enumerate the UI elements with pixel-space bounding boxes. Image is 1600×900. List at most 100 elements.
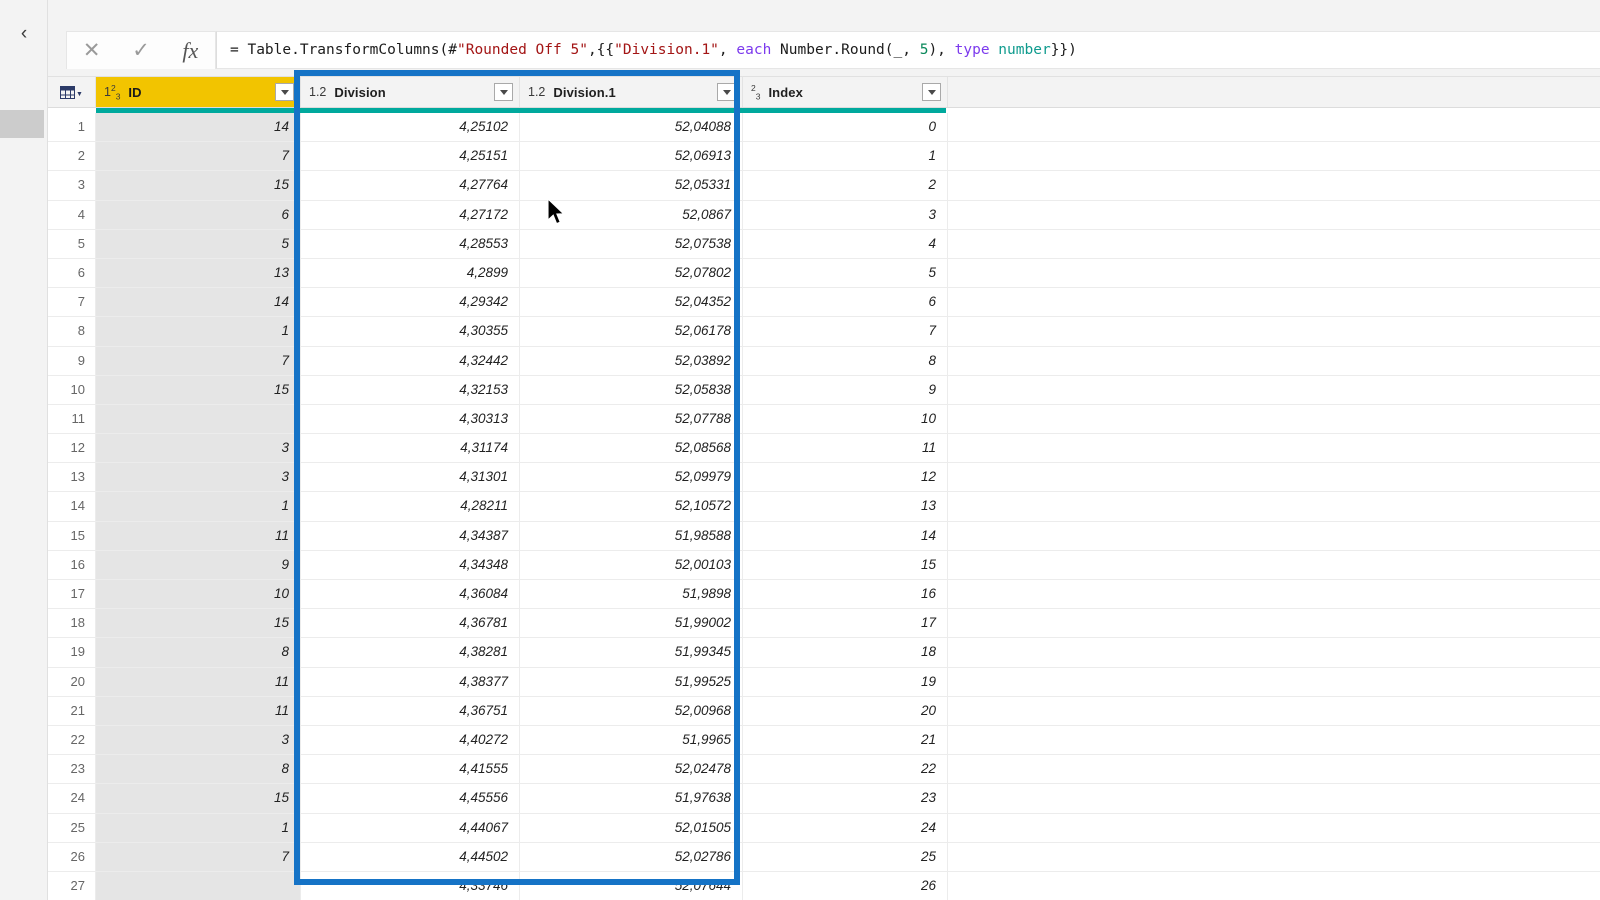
cell-division1[interactable]: 51,9898 [520,580,743,609]
cell-division1[interactable]: 52,01505 [520,813,743,842]
cell-division[interactable]: 4,25151 [301,142,520,171]
cell-division1[interactable]: 52,03892 [520,346,743,375]
cell-id[interactable] [96,404,301,434]
table-row[interactable]: 10 15 4,32153 52,05838 9 [48,375,1600,405]
column-filter-chevron-down-icon[interactable] [922,83,941,101]
table-row[interactable]: 22 3 4,40272 51,9965 21 [48,725,1600,756]
cell-index[interactable]: 10 [743,404,948,434]
cell-index[interactable]: 22 [743,755,948,784]
table-row[interactable]: 24 15 4,45556 51,97638 23 [48,784,1600,814]
cell-division1[interactable]: 51,98588 [520,521,743,550]
cell-division[interactable]: 4,31174 [301,434,520,463]
cell-division[interactable]: 4,34387 [301,521,520,550]
cell-index[interactable]: 19 [743,667,948,696]
cell-division1[interactable]: 52,10572 [520,492,743,521]
column-header-division1[interactable]: 1.2 Division.1 [520,77,743,107]
cell-division1[interactable]: 52,0867 [520,200,743,229]
cell-index[interactable]: 11 [743,434,948,463]
cell-division1[interactable]: 51,99345 [520,638,743,667]
table-row[interactable]: 4 6 4,27172 52,0867 3 [48,200,1600,230]
cell-id[interactable]: 3 [96,463,301,492]
cell-division[interactable]: 4,36084 [301,580,520,609]
cell-division1[interactable]: 52,05838 [520,375,743,404]
cell-division1[interactable]: 51,99525 [520,667,743,696]
cell-division1[interactable]: 52,06178 [520,317,743,346]
cell-index[interactable]: 20 [743,696,948,725]
cell-index[interactable]: 15 [743,550,948,579]
cell-division[interactable]: 4,38281 [301,638,520,667]
cell-index[interactable]: 23 [743,784,948,813]
cell-id[interactable]: 3 [96,434,301,463]
cell-division1[interactable]: 52,06913 [520,142,743,171]
column-filter-chevron-down-icon[interactable] [275,83,294,101]
cell-division[interactable]: 4,40272 [301,725,520,755]
table-row[interactable]: 2 7 4,25151 52,06913 1 [48,142,1600,172]
table-row[interactable]: 3 15 4,27764 52,05331 2 [48,171,1600,201]
cell-division[interactable]: 4,27172 [301,200,520,229]
data-type-icon-decimal[interactable]: 1.2 [528,85,545,99]
column-header-id[interactable]: 123 ID [96,77,301,107]
table-row[interactable]: 16 9 4,34348 52,00103 15 [48,550,1600,580]
queries-pane-selected-indicator[interactable] [0,110,44,138]
cell-id[interactable]: 1 [96,813,301,842]
table-row[interactable]: 26 7 4,44502 52,02786 25 [48,842,1600,872]
cell-index[interactable]: 16 [743,580,948,609]
cell-division1[interactable]: 51,9965 [520,725,743,755]
cell-division[interactable]: 4,28553 [301,229,520,258]
cell-id[interactable]: 11 [96,667,301,696]
cell-id[interactable]: 14 [96,113,301,142]
table-row[interactable]: 19 8 4,38281 51,99345 18 [48,638,1600,668]
cell-division1[interactable]: 52,07644 [520,871,743,900]
cell-id[interactable]: 8 [96,638,301,667]
cell-division1[interactable]: 52,07538 [520,229,743,258]
table-row[interactable]: 15 11 4,34387 51,98588 14 [48,521,1600,551]
cell-division1[interactable]: 52,07788 [520,404,743,434]
fx-icon[interactable]: fx [166,33,215,69]
cancel-icon[interactable]: ✕ [67,33,116,69]
cell-index[interactable]: 3 [743,200,948,229]
cell-division[interactable]: 4,28211 [301,492,520,521]
cell-index[interactable]: 18 [743,638,948,667]
cell-division[interactable]: 4,44067 [301,813,520,842]
cell-index[interactable]: 12 [743,463,948,492]
cell-index[interactable]: 9 [743,375,948,404]
cell-id[interactable]: 9 [96,550,301,579]
cell-id[interactable]: 6 [96,200,301,229]
cell-id[interactable] [96,871,301,900]
cell-id[interactable]: 15 [96,375,301,404]
column-header-index[interactable]: 23 Index [743,77,948,107]
cell-id[interactable]: 11 [96,521,301,550]
cell-id[interactable]: 8 [96,755,301,784]
cell-id[interactable]: 10 [96,580,301,609]
cell-division1[interactable]: 51,99002 [520,609,743,638]
cell-division1[interactable]: 52,02786 [520,842,743,871]
column-header-division[interactable]: 1.2 Division [301,77,520,107]
table-row[interactable]: 17 10 4,36084 51,9898 16 [48,580,1600,610]
cell-division1[interactable]: 52,09979 [520,463,743,492]
cell-division[interactable]: 4,32442 [301,346,520,375]
cell-index[interactable]: 17 [743,609,948,638]
cell-id[interactable]: 15 [96,171,301,200]
column-filter-chevron-down-icon[interactable] [717,83,736,101]
cell-id[interactable]: 7 [96,142,301,171]
expand-queries-pane-chevron-icon[interactable]: ‹ [12,22,36,46]
cell-index[interactable]: 24 [743,813,948,842]
cell-division[interactable]: 4,34348 [301,550,520,579]
table-row[interactable]: 27 4,33746 52,07644 26 [48,871,1600,900]
cell-division[interactable]: 4,32153 [301,375,520,404]
cell-index[interactable]: 5 [743,258,948,288]
cell-division[interactable]: 4,33746 [301,871,520,900]
column-filter-chevron-down-icon[interactable] [494,83,513,101]
table-row[interactable]: 21 11 4,36751 52,00968 20 [48,696,1600,726]
data-type-icon-decimal[interactable]: 1.2 [309,85,326,99]
cell-id[interactable]: 13 [96,258,301,288]
cell-index[interactable]: 0 [743,113,948,142]
cell-id[interactable]: 7 [96,842,301,871]
cell-index[interactable]: 21 [743,725,948,755]
cell-index[interactable]: 7 [743,317,948,346]
cell-index[interactable]: 4 [743,229,948,258]
cell-division1[interactable]: 52,04088 [520,113,743,142]
table-row[interactable]: 18 15 4,36781 51,99002 17 [48,609,1600,639]
cell-id[interactable]: 7 [96,346,301,375]
cell-id[interactable]: 15 [96,784,301,813]
